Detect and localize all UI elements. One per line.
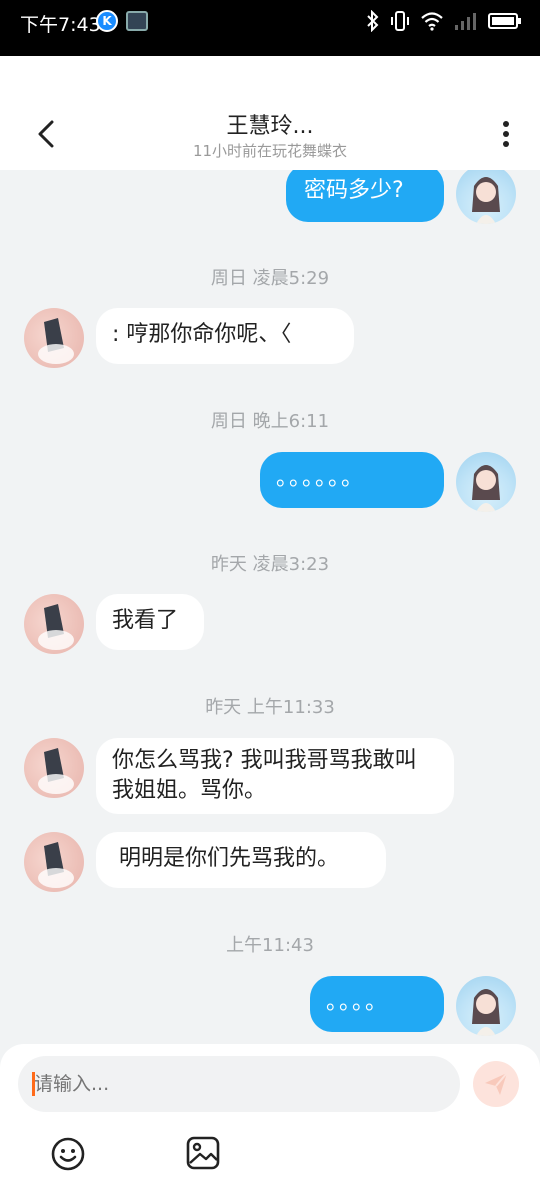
timestamp: 昨天 凌晨3:23 xyxy=(210,554,330,575)
status-icons xyxy=(366,8,522,34)
contact-avatar[interactable] xyxy=(24,832,84,892)
vibrate-icon xyxy=(391,11,409,31)
message-bubble-incoming[interactable]: 我看了 xyxy=(96,594,204,650)
app-notification-icon-2 xyxy=(126,11,148,31)
message-input[interactable] xyxy=(18,1056,460,1112)
message-bubble-outgoing[interactable]: 。。。。 xyxy=(310,976,444,1032)
text-cursor xyxy=(32,1072,35,1096)
status-time: 下午7:43 xyxy=(20,14,101,36)
more-options-button[interactable] xyxy=(494,118,518,150)
timestamp: 上午11:43 xyxy=(226,935,314,956)
composer-bar xyxy=(0,1044,540,1200)
smiley-icon[interactable] xyxy=(50,1136,86,1172)
avatar-image-icon xyxy=(38,748,74,794)
signal-icon xyxy=(455,13,476,30)
app-notification-icon: K xyxy=(96,10,118,32)
avatar-image-icon xyxy=(472,989,500,1036)
send-button[interactable] xyxy=(473,1061,519,1107)
my-avatar[interactable] xyxy=(456,452,516,512)
message-bubble-outgoing[interactable]: 密码多少? xyxy=(286,170,444,222)
avatar-image-icon xyxy=(472,465,500,512)
my-avatar[interactable] xyxy=(456,170,516,224)
chat-header: 王慧玲... 11小时前在玩花舞蝶衣 xyxy=(0,56,540,170)
contact-status: 11小时前在玩花舞蝶衣 xyxy=(192,142,348,160)
battery-icon xyxy=(488,13,521,29)
contact-name: 王慧玲... xyxy=(226,114,314,139)
message-bubble-incoming[interactable]: : 哼那你命你呢、〈 xyxy=(96,308,354,364)
status-bar: 下午7:43 K xyxy=(0,0,540,56)
contact-avatar[interactable] xyxy=(24,594,84,654)
message-bubble-incoming[interactable]: 你怎么骂我? 我叫我哥骂我敢叫我姐姐。骂你。 xyxy=(96,738,454,814)
avatar-image-icon xyxy=(472,177,500,224)
message-bubble-outgoing[interactable]: 。。。。。。 xyxy=(260,452,444,508)
contact-avatar[interactable] xyxy=(24,738,84,798)
my-avatar[interactable] xyxy=(456,976,516,1036)
paper-plane-icon xyxy=(485,1072,508,1095)
timestamp: 昨天 上午11:33 xyxy=(205,697,335,718)
image-icon[interactable] xyxy=(186,1136,220,1170)
contact-avatar[interactable] xyxy=(24,308,84,368)
timestamp: 周日 凌晨5:29 xyxy=(210,268,330,289)
message-bubble-incoming[interactable]: 明明是你们先骂我的。 xyxy=(96,832,386,888)
wifi-icon xyxy=(421,12,443,31)
timestamp: 周日 晚上6:11 xyxy=(210,411,330,432)
avatar-image-icon xyxy=(38,842,74,888)
avatar-image-icon xyxy=(38,604,74,650)
bluetooth-icon xyxy=(367,10,379,32)
message-list[interactable]: 密码多少? 周日 凌晨5:29 : 哼那你命你呢、〈 周日 晚上6:11 。。。… xyxy=(0,170,540,1044)
avatar-image-icon xyxy=(38,318,74,364)
